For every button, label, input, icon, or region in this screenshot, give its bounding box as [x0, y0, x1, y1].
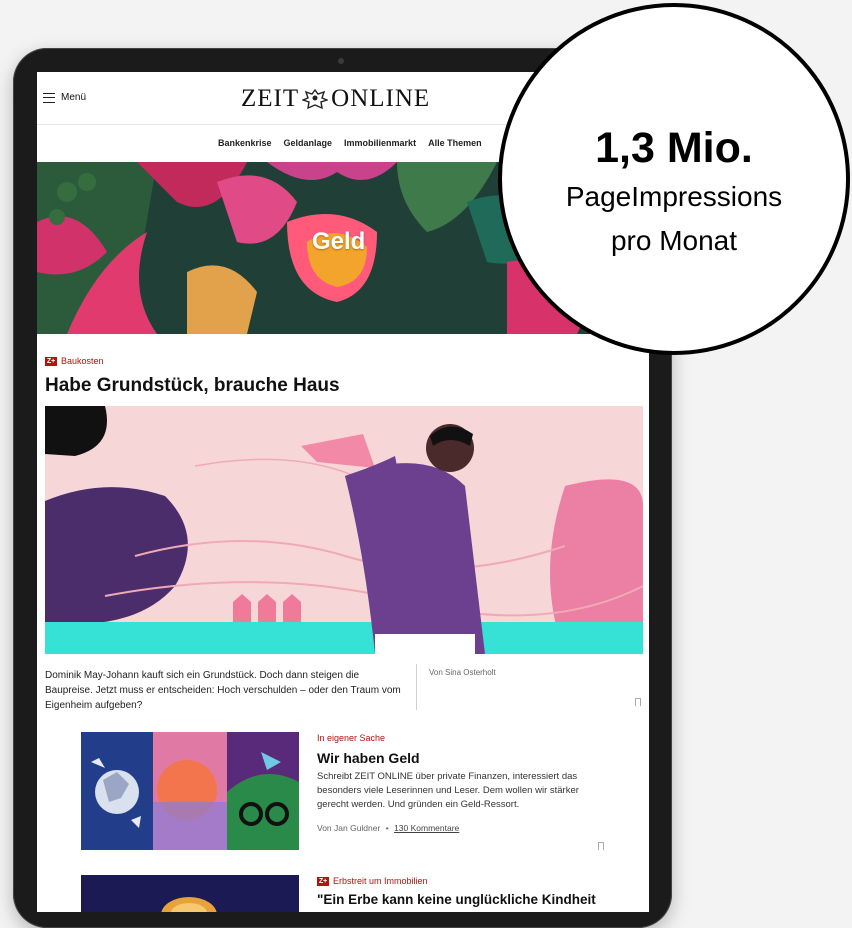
meta-separator: • [385, 823, 389, 833]
article2-author: Von Jan Guldner [317, 823, 381, 833]
nav-item-alle-themen[interactable]: Alle Themen [428, 138, 482, 148]
article2-headline[interactable]: Wir haben Geld [317, 750, 420, 766]
stat-label-line2: pro Monat [610, 225, 738, 256]
article2-comments-link[interactable]: 130 Kommentare [394, 823, 459, 833]
article2-kicker-text: In eigener Sache [317, 733, 386, 743]
nav-item-immobilienmarkt[interactable]: Immobilienmarkt [344, 138, 416, 148]
stat-label-line1: PageImpressions [565, 181, 783, 212]
zplus-badge-icon: Z+ [317, 876, 329, 886]
menu-label: Menü [61, 92, 87, 103]
article1-teaser: Dominik May-Johann kauft sich ein Grunds… [45, 670, 401, 711]
logo-text-left: ZEIT [241, 85, 300, 112]
logo-text-right: ONLINE [331, 85, 431, 112]
eagle-crest-icon [301, 88, 330, 110]
article2-image[interactable] [81, 732, 299, 850]
article2-teaser: Schreibt ZEIT ONLINE über private Finanz… [317, 771, 579, 810]
article3-headline[interactable]: "Ein Erbe kann keine unglückliche Kindhe… [317, 892, 596, 907]
section-title: Geld [312, 228, 366, 255]
stat-value: 1,3 Mio. [595, 124, 753, 172]
article1-kicker-text: Baukosten [61, 356, 104, 366]
article1-illustration[interactable] [45, 406, 643, 654]
divider [416, 664, 417, 710]
nav-item-geldanlage[interactable]: Geldanlage [284, 138, 333, 148]
article3-kicker-text: Erbstreit um Immobilien [333, 876, 428, 886]
article1-author: Von Sina Osterholt [429, 668, 496, 677]
nav-item-bankenkrise[interactable]: Bankenkrise [218, 138, 272, 148]
stat-callout: 1,3 Mio. PageImpressions pro Monat [498, 3, 850, 355]
article1-kicker[interactable]: Z+ Baukosten [45, 356, 104, 366]
camera-dot [338, 58, 344, 64]
article2-kicker[interactable]: In eigener Sache [317, 733, 385, 743]
article1-headline[interactable]: Habe Grundstück, brauche Haus [45, 375, 340, 397]
bookmark-icon[interactable] [598, 842, 604, 853]
bookmark-icon[interactable] [635, 698, 641, 709]
article2-meta: Von Jan Guldner • 130 Kommentare [317, 823, 459, 833]
hamburger-icon [43, 92, 55, 103]
zeit-online-logo[interactable]: ZEIT ONLINE [241, 85, 430, 113]
article3-image[interactable] [81, 875, 299, 912]
zplus-badge-icon: Z+ [45, 356, 57, 366]
menu-button[interactable]: Menü [43, 92, 86, 103]
article3-kicker[interactable]: Z+ Erbstreit um Immobilien [317, 876, 428, 886]
